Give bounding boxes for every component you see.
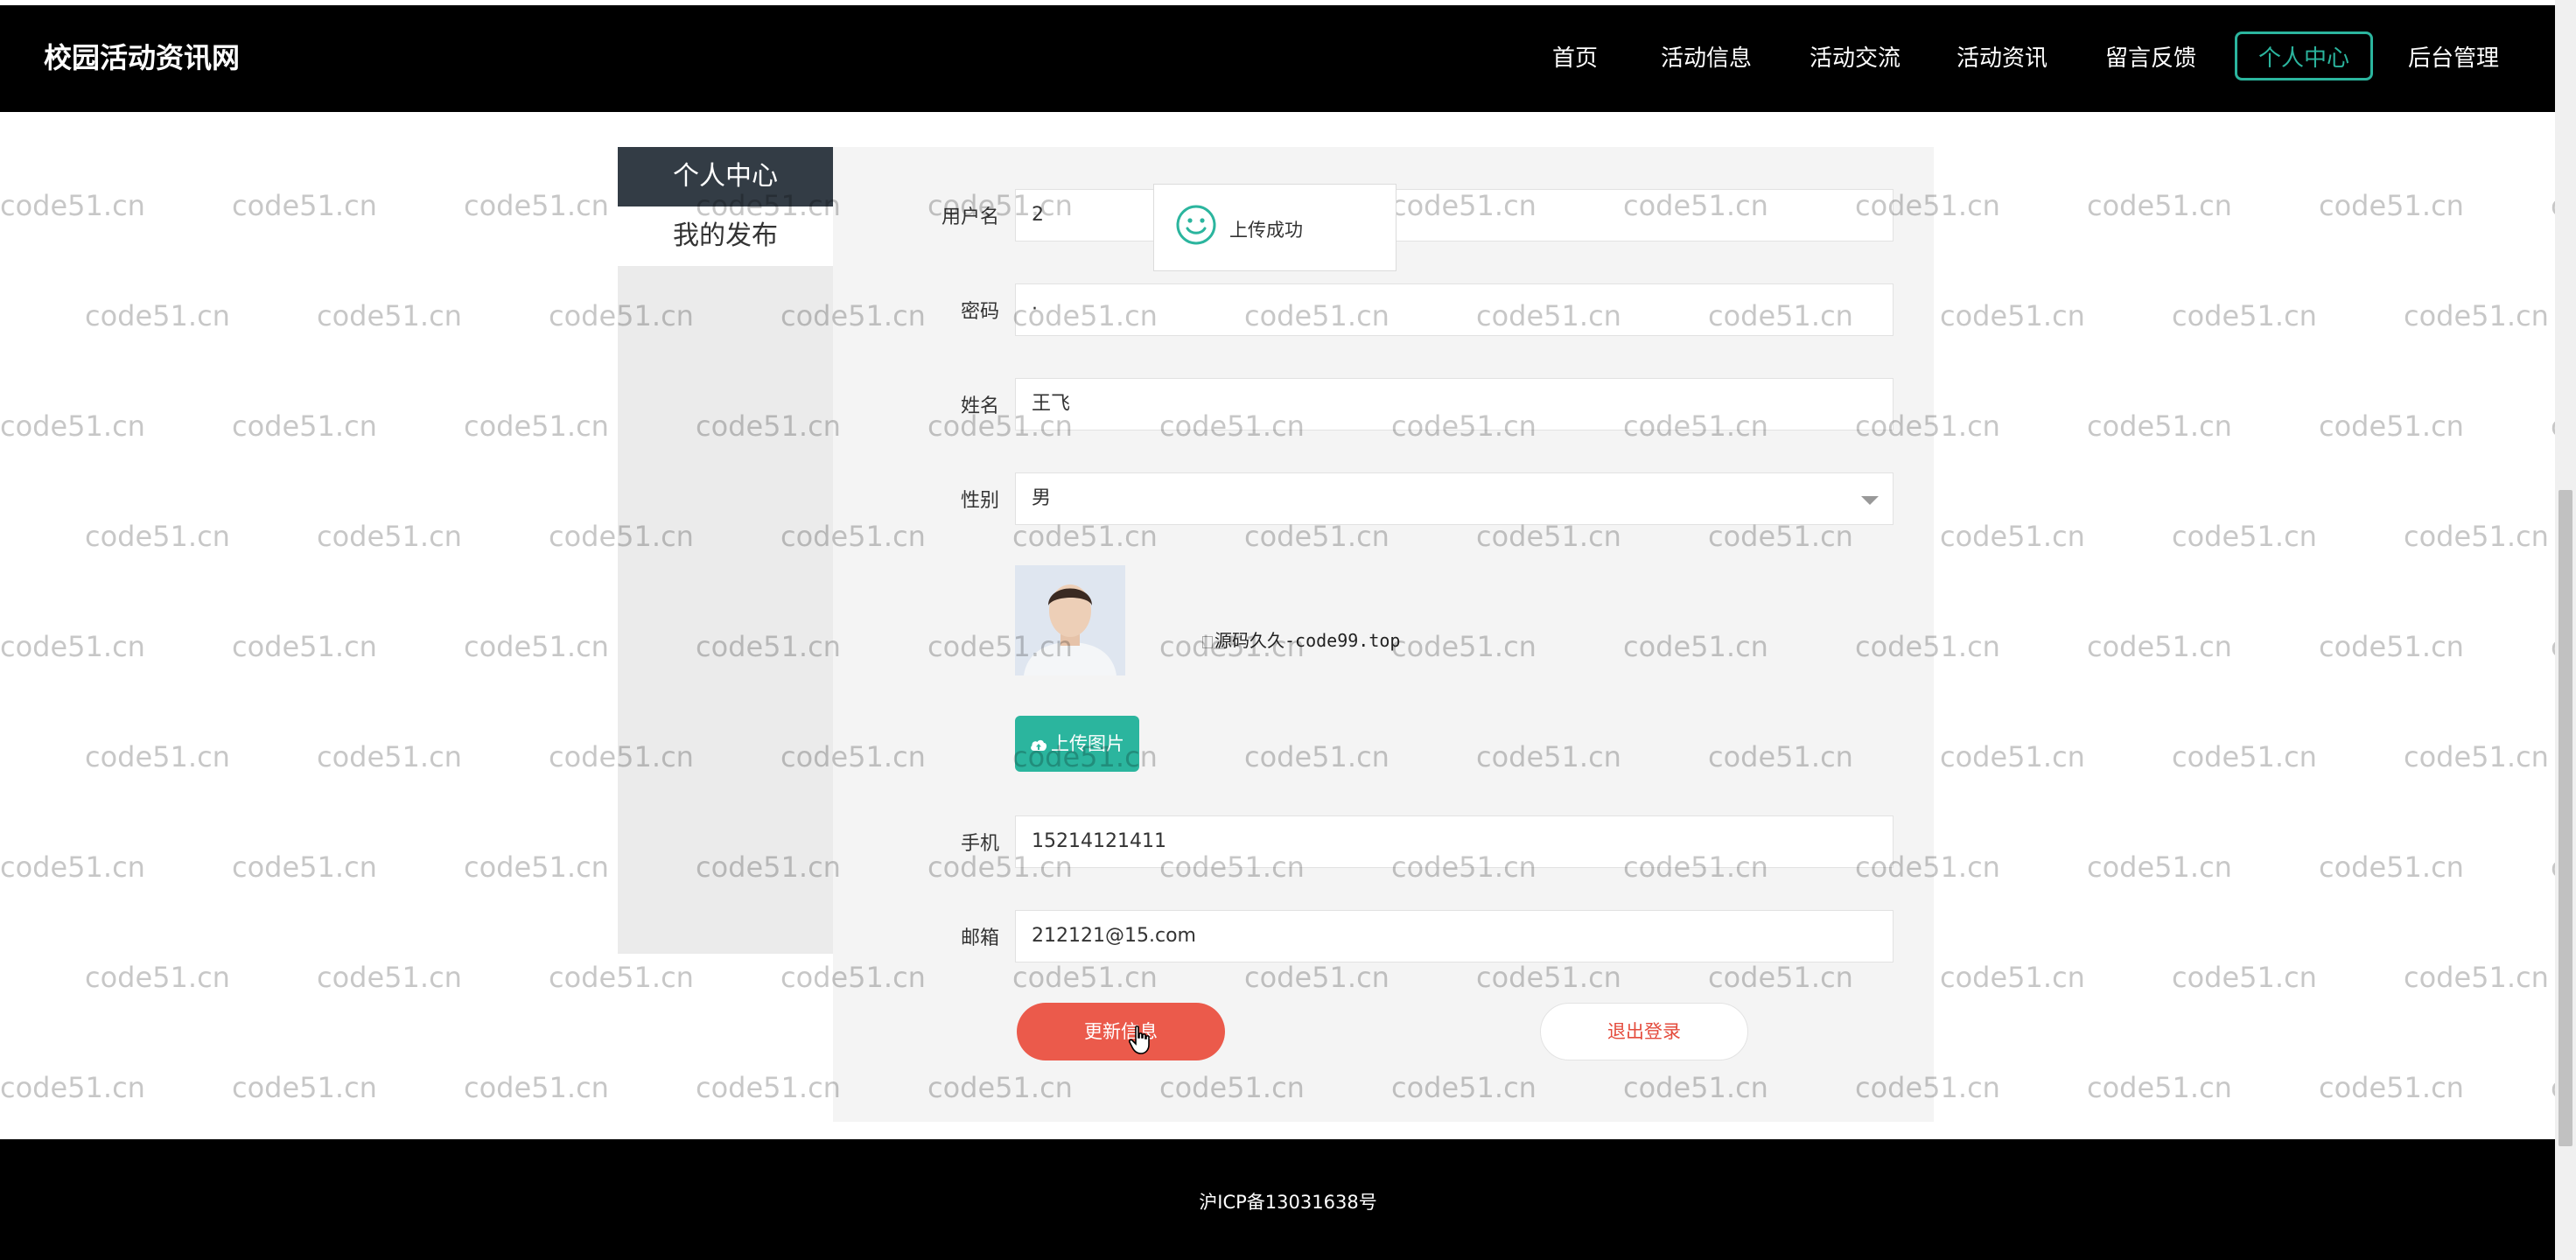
icp-record: 沪ICP备13031638号 — [1199, 1192, 1377, 1213]
watermark-text: code51.cn — [232, 1071, 377, 1104]
watermark-text: code51.cn — [317, 299, 462, 332]
nav-item-admin[interactable]: 后台管理 — [2408, 44, 2499, 74]
watermark-text: code51.cn — [696, 1071, 841, 1104]
phone-label: 手机 — [960, 833, 999, 855]
watermark-text: code51.cn — [2319, 1071, 2464, 1104]
sidebar: 个人中心 我的发布 — [618, 147, 833, 954]
footer: 沪ICP备13031638号 — [0, 1139, 2555, 1260]
watermark-text: code51.cn — [0, 189, 145, 222]
watermark-text: code51.cn — [317, 961, 462, 994]
watermark-text: code51.cn — [1940, 299, 2085, 332]
smile-icon — [1175, 204, 1217, 249]
scrollbar-thumb[interactable] — [2558, 490, 2572, 1146]
watermark-text: code51.cn — [2172, 520, 2317, 553]
avatar — [1015, 565, 1125, 676]
watermark-text: code51.cn — [85, 520, 230, 553]
watermark-text: code51.cn — [2319, 630, 2464, 663]
watermark-text: code51.cn — [2404, 299, 2549, 332]
logout-button[interactable]: 退出登录 — [1540, 1003, 1748, 1060]
nav-item-personal-center[interactable]: 个人中心 — [2235, 32, 2374, 80]
phone-input[interactable]: 15214121411 — [1015, 816, 1894, 868]
watermark-text: code51.cn — [232, 850, 377, 884]
watermark-text: code51.cn — [2172, 299, 2317, 332]
upload-image-button[interactable]: 上传图片 — [1015, 716, 1139, 772]
watermark-text: code51.cn — [464, 189, 609, 222]
upload-success-toast: 上传成功 — [1153, 184, 1396, 271]
name-label: 姓名 — [960, 396, 999, 417]
email-input[interactable]: 212121@15.com — [1015, 910, 1894, 962]
watermark-text: code51.cn — [2404, 961, 2549, 994]
watermark-text: code51.cn — [464, 1071, 609, 1104]
nav-item-activity-info[interactable]: 活动信息 — [1661, 44, 1752, 74]
watermark-text: code51.cn — [0, 1071, 145, 1104]
update-info-button[interactable]: 更新信息 — [1017, 1003, 1225, 1060]
watermark-text: code51.cn — [2319, 189, 2464, 222]
broken-image-icon — [1202, 636, 1213, 648]
watermark-text: code51.cn — [317, 520, 462, 553]
name-input[interactable]: 王飞 — [1015, 378, 1894, 430]
watermark-text: code51.cn — [0, 630, 145, 663]
avatar-caption-text: 源码久久-code99.top — [1214, 630, 1401, 651]
watermark-text: code51.cn — [2319, 410, 2464, 443]
watermark-text: code51.cn — [464, 850, 609, 884]
username-label: 用户名 — [941, 206, 999, 228]
nav-item-home[interactable]: 首页 — [1552, 44, 1598, 74]
nav-item-feedback[interactable]: 留言反馈 — [2105, 44, 2196, 74]
top-navbar: 校园活动资讯网 首页 活动信息 活动交流 活动资讯 留言反馈 个人中心 后台管理 — [0, 5, 2555, 112]
gender-selected-value: 男 — [1032, 487, 1052, 509]
username-input[interactable]: 2 — [1015, 189, 1894, 242]
watermark-text: code51.cn — [2319, 850, 2464, 884]
nav-item-activity-exchange[interactable]: 活动交流 — [1810, 44, 1900, 74]
chevron-down-icon — [1861, 496, 1879, 505]
watermark-text: code51.cn — [2172, 740, 2317, 774]
watermark-text: code51.cn — [0, 850, 145, 884]
watermark-text: code51.cn — [464, 410, 609, 443]
gender-label: 性别 — [960, 490, 999, 512]
avatar-caption: 源码久久-code99.top — [1202, 626, 1400, 652]
watermark-text: code51.cn — [0, 410, 145, 443]
password-input[interactable]: · — [1015, 284, 1894, 336]
watermark-text: code51.cn — [2087, 189, 2232, 222]
watermark-text: code51.cn — [85, 299, 230, 332]
hand-cursor-icon — [1128, 1026, 1152, 1059]
watermark-text: code51.cn — [232, 189, 377, 222]
watermark-text: code51.cn — [85, 961, 230, 994]
watermark-text: code51.cn — [1940, 520, 2085, 553]
email-label: 邮箱 — [960, 928, 999, 949]
toast-message: 上传成功 — [1229, 220, 1303, 241]
sidebar-item-my-posts[interactable]: 我的发布 — [618, 206, 833, 266]
watermark-text: code51.cn — [2087, 630, 2232, 663]
nav-item-activity-news[interactable]: 活动资讯 — [1956, 44, 2048, 74]
upload-button-label: 上传图片 — [1051, 733, 1124, 754]
password-label: 密码 — [960, 301, 999, 323]
watermark-text: code51.cn — [2087, 1071, 2232, 1104]
watermark-text: code51.cn — [232, 630, 377, 663]
watermark-text: code51.cn — [232, 410, 377, 443]
watermark-text: code51.cn — [317, 740, 462, 774]
watermark-text: code51.cn — [549, 961, 694, 994]
site-title[interactable]: 校园活动资讯网 — [44, 40, 240, 75]
watermark-text: code51.cn — [2172, 961, 2317, 994]
watermark-text: code51.cn — [2404, 520, 2549, 553]
watermark-text: code51.cn — [2087, 850, 2232, 884]
watermark-text: code51.cn — [1940, 961, 2085, 994]
page-scrollbar[interactable] — [2555, 0, 2576, 1260]
gender-select[interactable]: 男 — [1015, 472, 1894, 525]
cloud-upload-icon — [1030, 718, 1047, 774]
watermark-text: code51.cn — [464, 630, 609, 663]
watermark-text: code51.cn — [2404, 740, 2549, 774]
watermark-text: code51.cn — [85, 740, 230, 774]
watermark-text: code51.cn — [2087, 410, 2232, 443]
sidebar-title: 个人中心 — [618, 147, 833, 206]
watermark-text: code51.cn — [1940, 740, 2085, 774]
